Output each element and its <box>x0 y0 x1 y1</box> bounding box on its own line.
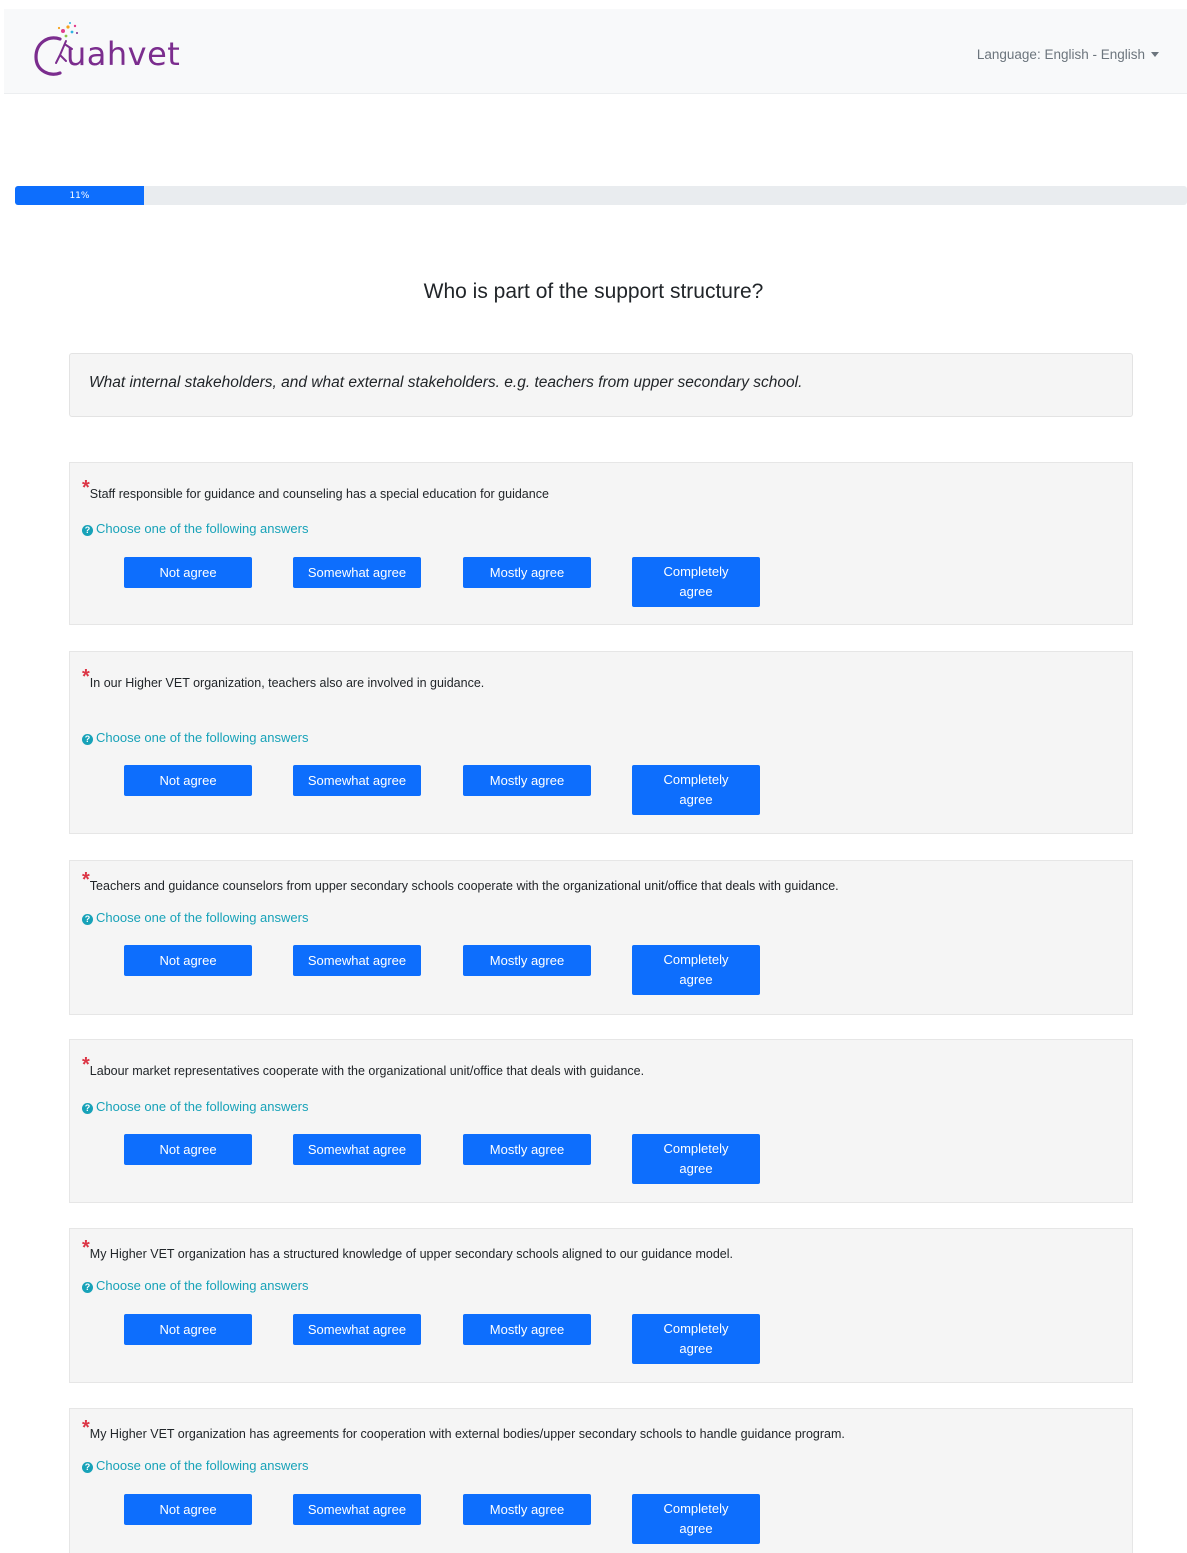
answer-button-somewhat-agree[interactable]: Somewhat agree <box>293 765 421 796</box>
answer-button-completely-agree[interactable]: Completely agree <box>632 557 760 607</box>
question-card: *In our Higher VET organization, teacher… <box>69 651 1133 834</box>
answer-button-mostly-agree[interactable]: Mostly agree <box>463 1134 591 1165</box>
answer-button-somewhat-agree[interactable]: Somewhat agree <box>293 945 421 976</box>
answer-button-completely-agree[interactable]: Completely agree <box>632 945 760 995</box>
question-text: *My Higher VET organization has agreemen… <box>82 1417 845 1444</box>
answer-button-not-agree[interactable]: Not agree <box>124 1314 252 1345</box>
question-circle-icon: ? <box>82 1282 93 1293</box>
navbar: uahvet Language: English - English <box>4 9 1187 94</box>
answer-button-somewhat-agree[interactable]: Somewhat agree <box>293 1314 421 1345</box>
brand-text: uahvet <box>66 35 181 73</box>
question-card: *My Higher VET organization has a struct… <box>69 1228 1133 1383</box>
group-title: Who is part of the support structure? <box>423 280 764 303</box>
required-asterisk: * <box>82 1054 90 1076</box>
question-text: *In our Higher VET organization, teacher… <box>82 666 485 693</box>
answer-button-mostly-agree[interactable]: Mostly agree <box>463 1314 591 1345</box>
question-label: Teachers and guidance counselors from up… <box>89 879 839 893</box>
question-card: *My Higher VET organization has agreemen… <box>69 1408 1133 1553</box>
answer-button-not-agree[interactable]: Not agree <box>124 557 252 588</box>
answer-button-mostly-agree[interactable]: Mostly agree <box>463 945 591 976</box>
question-card: *Labour market representatives cooperate… <box>69 1039 1133 1203</box>
answer-button-somewhat-agree[interactable]: Somewhat agree <box>293 1134 421 1165</box>
question-text: *Teachers and guidance counselors from u… <box>82 869 839 896</box>
question-circle-icon: ? <box>82 525 93 536</box>
required-asterisk: * <box>82 869 90 891</box>
question-label: My Higher VET organization has a structu… <box>89 1247 733 1261</box>
question-help: ? Choose one of the following answers <box>82 730 308 745</box>
help-text: Choose one of the following answers <box>96 1099 309 1114</box>
caret-down-icon <box>1151 52 1159 57</box>
answer-button-mostly-agree[interactable]: Mostly agree <box>463 1494 591 1525</box>
answer-button-not-agree[interactable]: Not agree <box>124 765 252 796</box>
question-circle-icon: ? <box>82 1462 93 1473</box>
question-help: ? Choose one of the following answers <box>82 521 308 536</box>
required-asterisk: * <box>82 1417 90 1439</box>
help-text: Choose one of the following answers <box>96 910 309 925</box>
question-card: *Staff responsible for guidance and coun… <box>69 462 1133 625</box>
question-label: Staff responsible for guidance and couns… <box>89 487 549 501</box>
answer-button-completely-agree[interactable]: Completely agree <box>632 1134 760 1184</box>
question-help: ? Choose one of the following answers <box>82 1458 308 1473</box>
question-help: ? Choose one of the following answers <box>82 1278 308 1293</box>
help-text: Choose one of the following answers <box>96 521 309 536</box>
language-label: Language: English - English <box>976 47 1145 62</box>
help-text: Choose one of the following answers <box>96 730 309 745</box>
help-text: Choose one of the following answers <box>96 1278 309 1293</box>
question-label: In our Higher VET organization, teachers… <box>89 676 485 690</box>
required-asterisk: * <box>82 1237 90 1259</box>
question-help: ? Choose one of the following answers <box>82 910 308 925</box>
answer-button-somewhat-agree[interactable]: Somewhat agree <box>293 557 421 588</box>
answer-button-completely-agree[interactable]: Completely agree <box>632 765 760 815</box>
answer-button-mostly-agree[interactable]: Mostly agree <box>463 765 591 796</box>
answer-button-completely-agree[interactable]: Completely agree <box>632 1314 760 1364</box>
required-asterisk: * <box>82 477 90 499</box>
answer-button-somewhat-agree[interactable]: Somewhat agree <box>293 1494 421 1525</box>
question-label: My Higher VET organization has agreement… <box>89 1427 845 1441</box>
language-dropdown[interactable]: Language: English - English <box>977 47 1159 62</box>
answer-button-not-agree[interactable]: Not agree <box>124 945 252 976</box>
question-text: *Staff responsible for guidance and coun… <box>82 477 549 504</box>
progress-fill: 11% <box>15 186 144 205</box>
answer-button-completely-agree[interactable]: Completely agree <box>632 1494 760 1544</box>
progress-label: 11% <box>69 190 90 201</box>
brand-logo[interactable]: uahvet <box>30 19 200 81</box>
question-circle-icon: ? <box>82 914 93 925</box>
question-text: *My Higher VET organization has a struct… <box>82 1237 733 1264</box>
question-label: Labour market representatives cooperate … <box>89 1064 645 1078</box>
required-asterisk: * <box>82 666 90 688</box>
answer-button-mostly-agree[interactable]: Mostly agree <box>463 557 591 588</box>
help-text: Choose one of the following answers <box>96 1458 309 1473</box>
answer-button-not-agree[interactable]: Not agree <box>124 1494 252 1525</box>
question-circle-icon: ? <box>82 1103 93 1114</box>
progress-bar: 11% <box>15 186 1187 205</box>
question-help: ? Choose one of the following answers <box>82 1099 308 1114</box>
question-card: *Teachers and guidance counselors from u… <box>69 860 1133 1015</box>
question-circle-icon: ? <box>82 734 93 745</box>
answer-button-not-agree[interactable]: Not agree <box>124 1134 252 1165</box>
question-text: *Labour market representatives cooperate… <box>82 1054 645 1081</box>
group-description: What internal stakeholders, and what ext… <box>69 353 1133 417</box>
